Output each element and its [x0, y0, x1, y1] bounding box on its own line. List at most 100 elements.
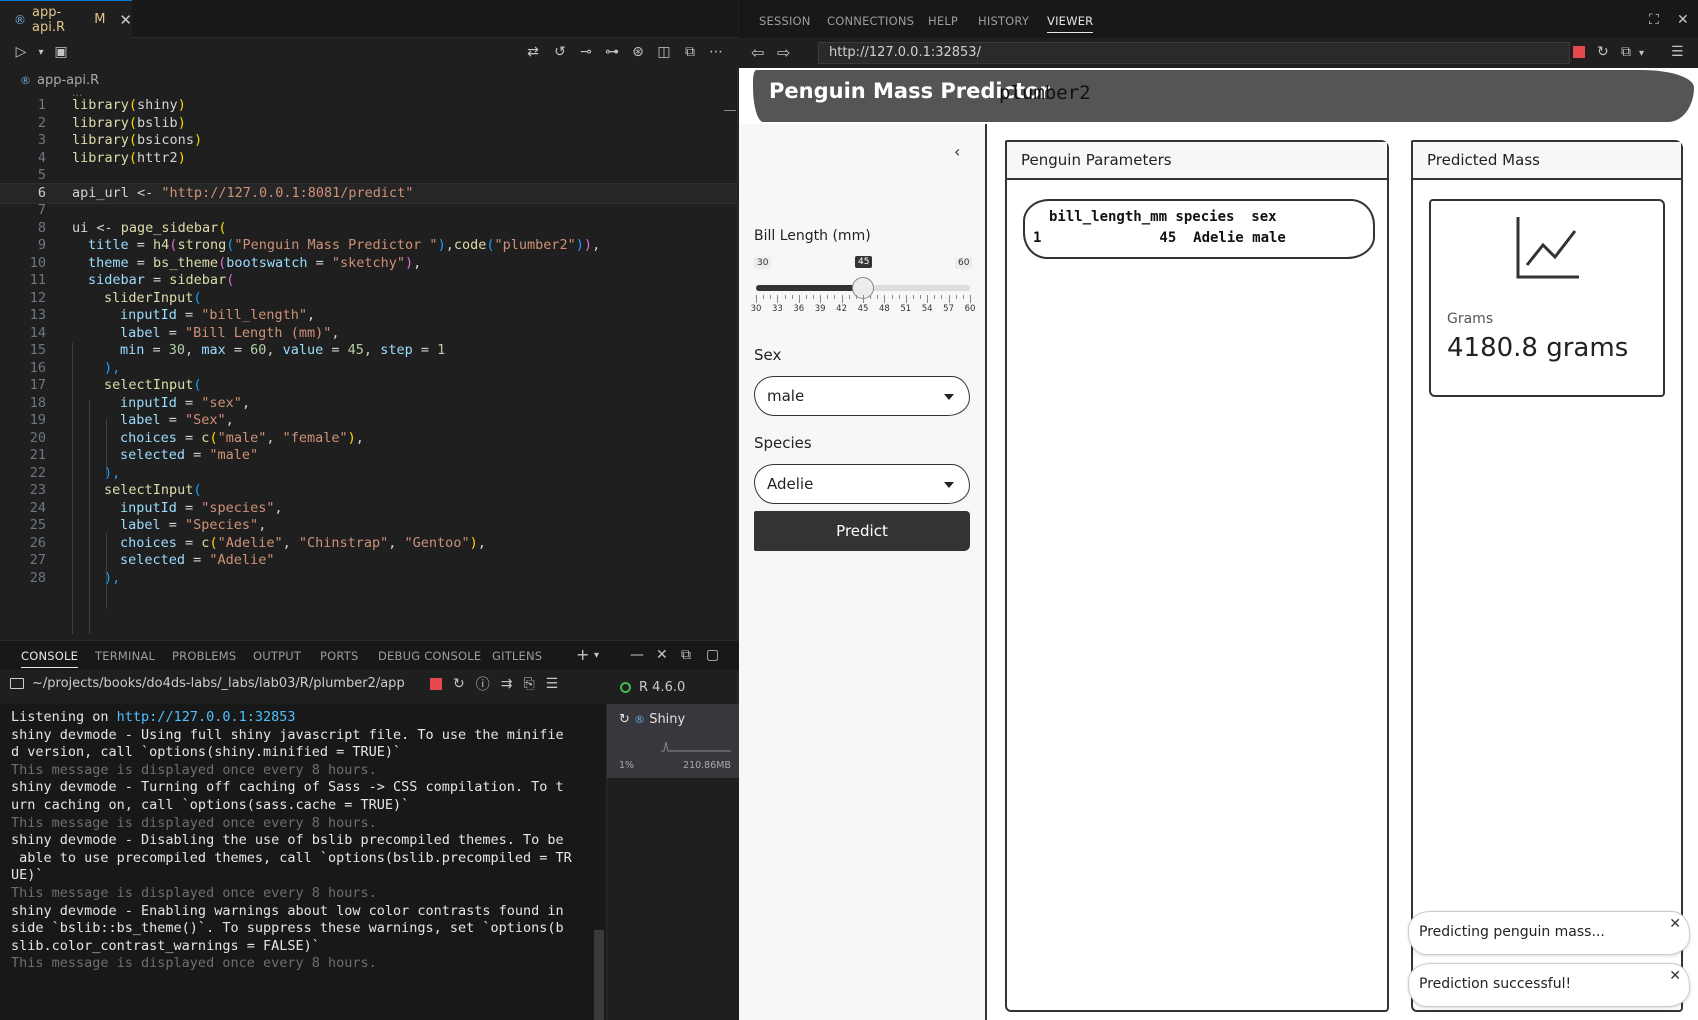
- save-icon[interactable]: ▣: [52, 44, 70, 60]
- code-line[interactable]: 24 inputId = "species",: [0, 499, 738, 518]
- stop-icon[interactable]: [430, 678, 442, 690]
- code-line[interactable]: 1 library(shiny): [0, 96, 738, 115]
- compare-changes-icon[interactable]: ⇄: [524, 44, 542, 60]
- tab-connections[interactable]: CONNECTIONS: [827, 14, 914, 28]
- console-link[interactable]: http://127.0.0.1:32853: [117, 709, 296, 725]
- next-commit-icon[interactable]: ⊶: [603, 44, 621, 60]
- back-icon[interactable]: ⇦: [751, 43, 764, 62]
- code-token: "plumber2": [494, 237, 576, 253]
- code-line[interactable]: 4 library(httr2): [0, 149, 738, 168]
- code-token: "Bill Length (mm)": [185, 324, 332, 341]
- console-output[interactable]: Listening on http://127.0.0.1:32853 shiny…: [0, 704, 606, 1020]
- info-icon[interactable]: ⓘ: [476, 674, 490, 694]
- code-line[interactable]: 5: [0, 166, 738, 185]
- species-select[interactable]: Adelie: [754, 464, 970, 504]
- forward-icon[interactable]: ⇨: [777, 43, 790, 62]
- code-line[interactable]: 16),: [0, 359, 738, 378]
- code-line[interactable]: 8 ui <- page_sidebar(: [0, 219, 738, 238]
- console-line: able to use precompiled themes, call `op…: [11, 849, 572, 868]
- editor-tab-app-api[interactable]: ® app-api.R M ✕: [0, 0, 132, 38]
- open-external-icon[interactable]: ⧉: [681, 44, 699, 60]
- code-token: (: [128, 149, 138, 166]
- code-line[interactable]: 3 library(bsicons): [0, 131, 738, 150]
- tab-ports[interactable]: PORTS: [320, 649, 358, 663]
- clear-console-icon[interactable]: ☰: [546, 676, 559, 692]
- tab-output[interactable]: OUTPUT: [253, 649, 301, 663]
- code-line[interactable]: 28),: [0, 569, 738, 588]
- tab-gitlens[interactable]: GITLENS: [492, 649, 542, 663]
- tab-console[interactable]: CONSOLE: [21, 649, 79, 668]
- breadcrumb-file[interactable]: app-api.R: [37, 73, 99, 88]
- console-line: Listening on http://127.0.0.1:32853: [11, 708, 295, 727]
- code-line[interactable]: 9 title = h4(strong("Penguin Mass Predict…: [0, 236, 738, 255]
- code-line[interactable]: 19 label = "Sex",: [0, 411, 738, 430]
- fullscreen-icon[interactable]: ⛶: [1649, 12, 1659, 28]
- code-line[interactable]: 7: [0, 201, 738, 220]
- open-changes-icon[interactable]: ↺: [551, 44, 569, 60]
- attach-icon[interactable]: ⎘: [523, 676, 534, 692]
- tab-help[interactable]: HELP: [928, 14, 958, 28]
- slider-value-label: 45: [855, 256, 873, 268]
- sex-select[interactable]: male: [754, 376, 970, 416]
- code-line[interactable]: 6 api_url <- "http://127.0.0.1:8081/predi…: [0, 182, 738, 204]
- code-token: strong: [177, 237, 227, 253]
- breadcrumb[interactable]: ® app-api.R: [20, 70, 99, 90]
- tab-history[interactable]: HISTORY: [978, 14, 1029, 28]
- split-editor-icon[interactable]: ◫: [655, 44, 673, 60]
- tab-terminal[interactable]: TERMINAL: [95, 649, 155, 663]
- collapse-sidebar-icon[interactable]: ‹: [954, 142, 960, 161]
- close-tab-icon[interactable]: ✕: [119, 11, 132, 29]
- close-notification-icon[interactable]: ✕: [1669, 916, 1681, 932]
- tab-problems[interactable]: PROBLEMS: [172, 649, 236, 663]
- maximize-panel-icon[interactable]: ▢: [706, 647, 719, 663]
- previous-commit-icon[interactable]: ⊸: [577, 44, 595, 60]
- code-token: bslib: [137, 114, 178, 131]
- run-dropdown-icon[interactable]: ▾: [32, 47, 50, 58]
- tab-session[interactable]: SESSION: [759, 14, 811, 28]
- predict-button[interactable]: Predict: [754, 511, 970, 551]
- run-icon[interactable]: ▷: [12, 44, 30, 60]
- close-notification-icon[interactable]: ✕: [1669, 968, 1681, 984]
- code-line[interactable]: 26 choices = c("Adelie", "Chinstrap", "Ge…: [0, 534, 738, 553]
- chevron-down-icon[interactable]: ▾: [594, 650, 599, 661]
- code-line[interactable]: 18 inputId = "sex",: [0, 394, 738, 413]
- code-line[interactable]: 12 sliderInput(: [0, 289, 738, 308]
- gitlens-icon[interactable]: ⊛: [629, 44, 647, 60]
- code-line[interactable]: 17 selectInput(: [0, 376, 738, 395]
- reload-icon[interactable]: ↻: [1597, 44, 1609, 60]
- close-panel-icon[interactable]: ✕: [656, 647, 668, 663]
- code-line[interactable]: 10 theme = bs_theme(bootswatch = "sketchy…: [0, 254, 738, 273]
- code-line[interactable]: 21 selected = "male": [0, 446, 738, 465]
- viewer-menu-icon[interactable]: ☰: [1671, 44, 1684, 60]
- restart-icon[interactable]: ↻: [453, 676, 465, 692]
- code-line[interactable]: 15 min = 30, max = 60, value = 45, step =…: [0, 341, 738, 360]
- r-version[interactable]: R 4.6.0: [606, 674, 738, 700]
- tab-debug-console[interactable]: DEBUG CONSOLE: [378, 649, 481, 663]
- stop-app-icon[interactable]: [1573, 46, 1585, 58]
- code-token: sliderInput: [104, 289, 194, 306]
- code-line[interactable]: 14 label = "Bill Length (mm)",: [0, 324, 738, 343]
- code-editor[interactable]: 1 library(shiny) 2 library(bslib) 3 library(b…: [0, 96, 738, 634]
- code-line[interactable]: 25 label = "Species",: [0, 516, 738, 535]
- chevron-down-icon[interactable]: ▾: [1639, 48, 1644, 59]
- code-line[interactable]: 20 choices = c("male", "female"),: [0, 429, 738, 448]
- slider-tick-label: 42: [836, 304, 847, 314]
- code-line[interactable]: 11 sidebar = sidebar(: [0, 271, 738, 290]
- minimize-panel-icon[interactable]: —: [630, 647, 644, 663]
- close-icon[interactable]: ✕: [1677, 12, 1689, 28]
- code-line[interactable]: 23 selectInput(: [0, 481, 738, 500]
- code-token: (: [128, 97, 138, 113]
- code-line[interactable]: 13 inputId = "bill_length",: [0, 306, 738, 325]
- session-shiny[interactable]: ↻ ® Shiny 1% 210.86MB: [607, 704, 739, 778]
- open-browser-icon[interactable]: ⧉: [1621, 44, 1631, 60]
- wrap-icon[interactable]: ⇉: [501, 676, 513, 692]
- code-line[interactable]: 2 library(bslib): [0, 114, 738, 133]
- tab-viewer[interactable]: VIEWER: [1047, 14, 1094, 33]
- more-actions-icon[interactable]: ⋯: [707, 44, 725, 60]
- code-line[interactable]: 22),: [0, 464, 738, 483]
- restore-panel-icon[interactable]: ⧉: [681, 647, 691, 663]
- console-scrollbar[interactable]: [594, 930, 604, 1020]
- url-input[interactable]: http://127.0.0.1:32853/: [818, 42, 1570, 64]
- new-terminal-icon[interactable]: +: [576, 645, 589, 664]
- code-line[interactable]: 27 selected = "Adelie": [0, 551, 738, 570]
